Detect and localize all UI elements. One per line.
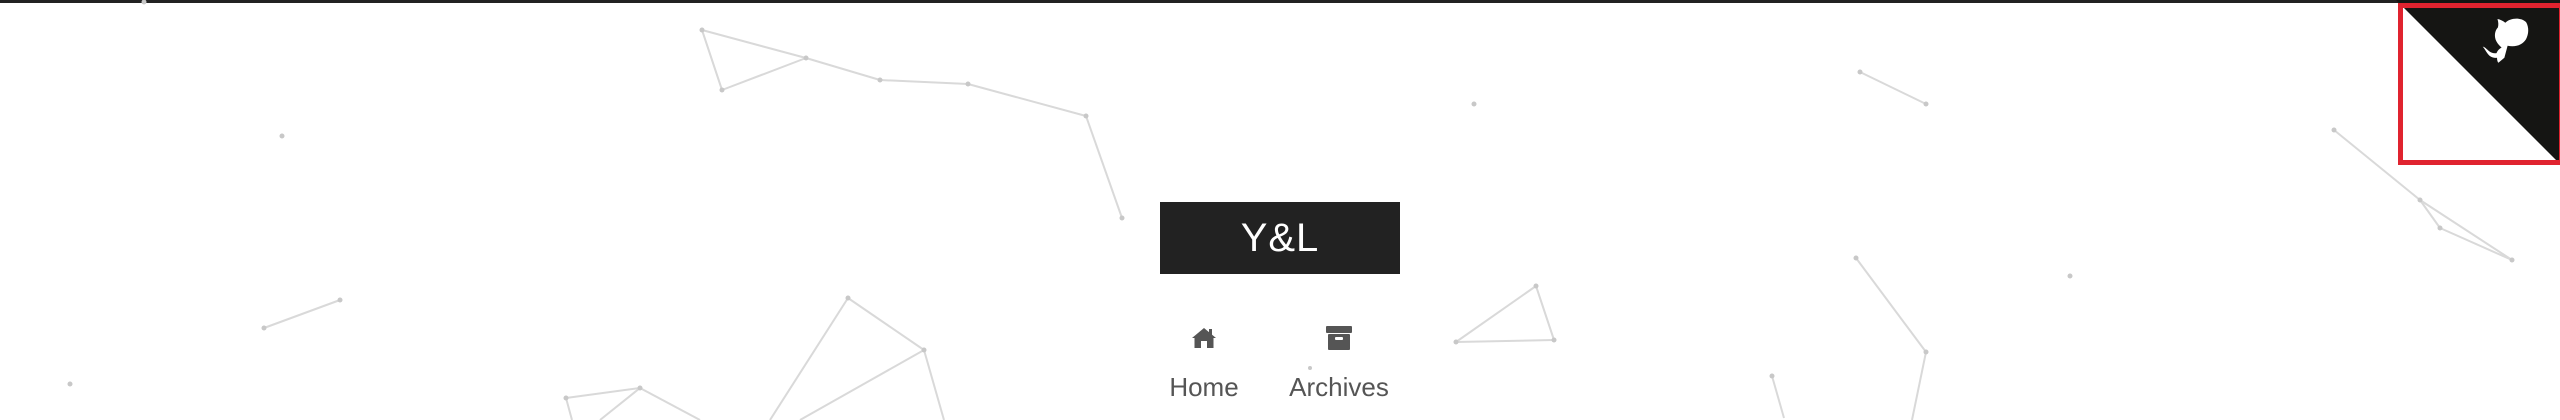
github-octocat-icon [2396, 0, 2560, 164]
archive-icon [1323, 322, 1355, 354]
nav-item-home[interactable]: Home [1164, 322, 1244, 403]
nav-item-archives[interactable]: Archives [1284, 322, 1394, 403]
site-header: Y&L Home Archives [0, 0, 2560, 420]
nav-label-home: Home [1169, 372, 1239, 402]
site-brand-link[interactable]: Y&L [1160, 202, 1400, 274]
github-corner-link[interactable] [2396, 0, 2560, 164]
site-title: Y&L [1240, 215, 1320, 260]
page: Y&L Home Archives [0, 0, 2560, 420]
home-icon [1188, 322, 1220, 354]
nav-label-archives: Archives [1289, 372, 1389, 402]
